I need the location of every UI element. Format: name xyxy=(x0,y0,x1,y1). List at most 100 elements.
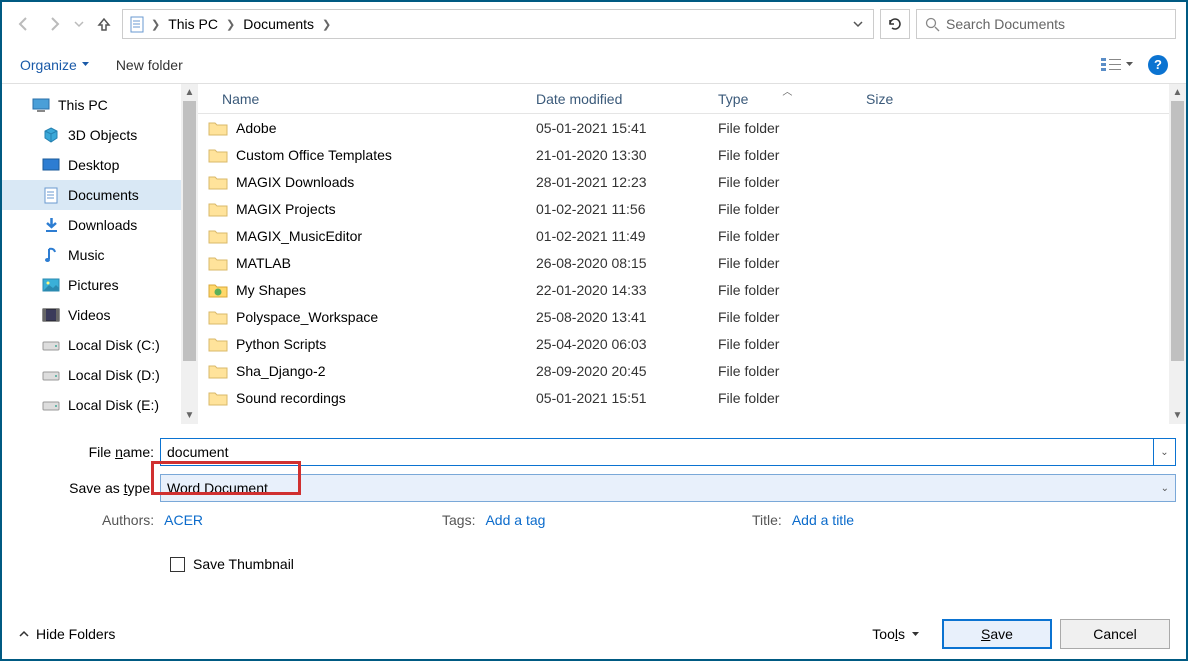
sidebar-item-pictures[interactable]: Pictures xyxy=(2,270,198,300)
file-row[interactable]: Polyspace_Workspace25-08-2020 13:41File … xyxy=(198,303,1186,330)
sidebar-item-downloads[interactable]: Downloads xyxy=(2,210,198,240)
chevron-up-icon xyxy=(18,628,30,640)
header-type[interactable]: Type︿ xyxy=(708,91,856,107)
disk-icon xyxy=(42,336,60,354)
cancel-button[interactable]: Cancel xyxy=(1060,619,1170,649)
save-thumbnail-label: Save Thumbnail xyxy=(193,556,294,572)
file-row[interactable]: MAGIX_MusicEditor01-02-2021 11:49File fo… xyxy=(198,222,1186,249)
file-name: MAGIX Projects xyxy=(236,201,336,217)
file-type: File folder xyxy=(708,228,856,244)
video-icon xyxy=(42,306,60,324)
download-icon xyxy=(42,216,60,234)
file-name: My Shapes xyxy=(236,282,306,298)
tools-menu[interactable]: Tools xyxy=(872,626,934,642)
file-date: 26-08-2020 08:15 xyxy=(526,255,708,271)
address-bar[interactable]: ❯ This PC ❯ Documents ❯ xyxy=(122,9,874,39)
sidebar-label: Local Disk (C:) xyxy=(68,337,160,353)
chevron-right-icon: ❯ xyxy=(320,18,333,31)
save-button[interactable]: Save xyxy=(942,619,1052,649)
tags-value[interactable]: Add a tag xyxy=(485,512,545,528)
file-name: Adobe xyxy=(236,120,276,136)
hide-folders-button[interactable]: Hide Folders xyxy=(18,626,115,642)
file-type: File folder xyxy=(708,201,856,217)
sidebar-label: This PC xyxy=(58,97,108,113)
address-dropdown[interactable] xyxy=(849,19,867,29)
sidebar-item-videos[interactable]: Videos xyxy=(2,300,198,330)
folder-icon xyxy=(208,390,228,406)
file-row[interactable]: MAGIX Downloads28-01-2021 12:23File fold… xyxy=(198,168,1186,195)
sidebar-item-music[interactable]: Music xyxy=(2,240,198,270)
file-type: File folder xyxy=(708,174,856,190)
column-headers: Name Date modified Type︿ Size xyxy=(198,84,1186,114)
organize-menu[interactable]: Organize xyxy=(20,57,90,73)
folder-icon xyxy=(208,147,228,163)
folder-icon xyxy=(208,201,228,217)
new-folder-button[interactable]: New folder xyxy=(116,57,183,73)
disk-icon xyxy=(42,396,60,414)
up-button[interactable] xyxy=(92,12,116,36)
file-type: File folder xyxy=(708,282,856,298)
sidebar-scrollbar[interactable]: ▲ ▼ xyxy=(181,84,198,424)
file-type: File folder xyxy=(708,120,856,136)
file-date: 01-02-2021 11:56 xyxy=(526,201,708,217)
file-scrollbar[interactable]: ▲ ▼ xyxy=(1169,84,1186,424)
folder-icon xyxy=(208,174,228,190)
file-row[interactable]: My Shapes22-01-2020 14:33File folder xyxy=(198,276,1186,303)
file-type: File folder xyxy=(708,336,856,352)
header-name[interactable]: Name xyxy=(198,91,526,107)
file-row[interactable]: Adobe 05-01-2021 15:41File folder xyxy=(198,114,1186,141)
breadcrumb-root[interactable]: This PC xyxy=(166,16,220,32)
search-placeholder: Search Documents xyxy=(946,16,1065,32)
forward-button[interactable] xyxy=(42,12,66,36)
file-row[interactable]: Sound recordings05-01-2021 15:51File fol… xyxy=(198,384,1186,411)
main-area: This PC 3D Objects DesktopDocumentsDownloa… xyxy=(2,84,1186,424)
sidebar-item-3d-objects[interactable]: 3D Objects xyxy=(2,120,198,150)
file-row[interactable]: Python Scripts25-04-2020 06:03File folde… xyxy=(198,330,1186,357)
file-name: Python Scripts xyxy=(236,336,326,352)
sidebar-item-this-pc[interactable]: This PC xyxy=(2,90,198,120)
sidebar-item-documents[interactable]: Documents xyxy=(2,180,198,210)
file-row[interactable]: Custom Office Templates21-01-2020 13:30F… xyxy=(198,141,1186,168)
title-label: Title: xyxy=(752,512,782,528)
doc-icon xyxy=(42,186,60,204)
hide-folders-label: Hide Folders xyxy=(36,626,115,642)
file-name: Custom Office Templates xyxy=(236,147,392,163)
file-date: 28-01-2021 12:23 xyxy=(526,174,708,190)
file-date: 05-01-2021 15:41 xyxy=(526,120,708,136)
filename-dropdown[interactable]: ⌄ xyxy=(1154,438,1176,466)
recent-dropdown[interactable] xyxy=(72,12,86,36)
picture-icon xyxy=(42,276,60,294)
file-date: 25-08-2020 13:41 xyxy=(526,309,708,325)
title-value[interactable]: Add a title xyxy=(792,512,854,528)
chevron-down-icon: ⌄ xyxy=(1161,483,1169,494)
back-button[interactable] xyxy=(12,12,36,36)
file-row[interactable]: Sha_Django-228-09-2020 20:45File folder xyxy=(198,357,1186,384)
file-name: MAGIX_MusicEditor xyxy=(236,228,362,244)
sort-arrow-icon: ︿ xyxy=(782,83,792,98)
search-input[interactable]: Search Documents xyxy=(916,9,1176,39)
file-row[interactable]: MAGIX Projects 01-02-2021 11:56File folde… xyxy=(198,195,1186,222)
authors-value[interactable]: ACER xyxy=(164,512,203,528)
pc-icon xyxy=(32,96,50,114)
header-size[interactable]: Size xyxy=(856,91,956,107)
sidebar-item-desktop[interactable]: Desktop xyxy=(2,150,198,180)
filename-input[interactable] xyxy=(160,438,1154,466)
savetype-select[interactable]: Word Document ⌄ xyxy=(160,474,1176,502)
view-options[interactable] xyxy=(1101,58,1134,72)
header-date[interactable]: Date modified xyxy=(526,91,708,107)
sidebar-item-local-disk-d-[interactable]: Local Disk (D:) xyxy=(2,360,198,390)
refresh-button[interactable] xyxy=(880,9,910,39)
file-list: Name Date modified Type︿ Size Adobe 05-01… xyxy=(198,84,1186,424)
sidebar-label: 3D Objects xyxy=(68,127,137,143)
help-button[interactable]: ? xyxy=(1148,55,1168,75)
breadcrumb-folder[interactable]: Documents xyxy=(241,16,316,32)
sidebar-item-local-disk-e-[interactable]: Local Disk (E:) xyxy=(2,390,198,420)
file-row[interactable]: MATLAB26-08-2020 08:15File folder xyxy=(198,249,1186,276)
filename-label: File name: xyxy=(12,444,160,460)
file-type: File folder xyxy=(708,147,856,163)
file-name: Sha_Django-2 xyxy=(236,363,326,379)
save-thumbnail-checkbox[interactable] xyxy=(170,557,185,572)
nav-toolbar: ❯ This PC ❯ Documents ❯ Search Documents xyxy=(2,2,1186,46)
sidebar-item-local-disk-c-[interactable]: Local Disk (C:) xyxy=(2,330,198,360)
save-form: File name: ⌄ Save as type: Word Document… xyxy=(2,424,1186,572)
